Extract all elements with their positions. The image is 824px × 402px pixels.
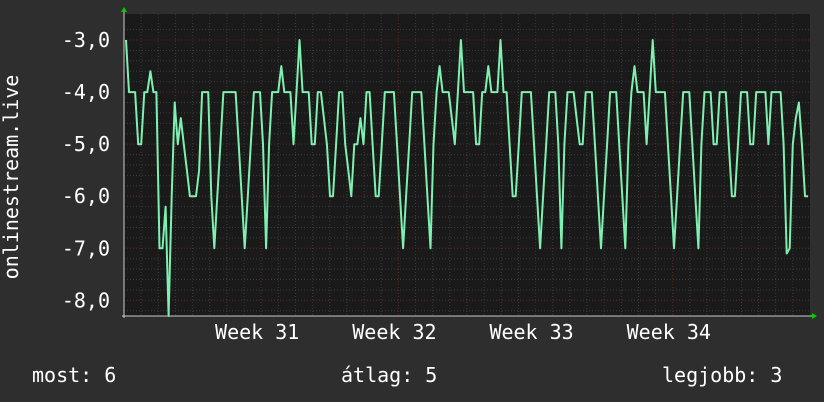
y-axis-arrow [121,7,127,12]
y-tick-label: -3,0 [62,28,110,52]
x-tick-label: Week 32 [352,320,436,344]
stat-best: legjobb: 3 [662,363,783,387]
y-tick-label: -7,0 [62,236,110,260]
stat-average: átlag: 5 [341,363,438,387]
y-axis-label: onlinestream.live [0,75,23,280]
chart: -3,0 -4,0 -5,0 -6,0 -7,0 -8,0 Week 31 Week 32 We… [0,0,824,350]
x-tick-label: Week 34 [627,320,711,344]
y-tick-label: -8,0 [62,288,110,312]
y-tick-label: -6,0 [62,184,110,208]
stat-current: most: 6 [32,363,117,387]
line-chart: -3,0 -4,0 -5,0 -6,0 -7,0 -8,0 Week 31 Week 32 We… [0,7,817,344]
y-tick-label: -5,0 [62,132,110,156]
x-axis-arrow [812,313,817,319]
y-tick-label: -4,0 [62,80,110,104]
x-tick-label: Week 31 [215,320,299,344]
x-tick-label: Week 33 [489,320,573,344]
